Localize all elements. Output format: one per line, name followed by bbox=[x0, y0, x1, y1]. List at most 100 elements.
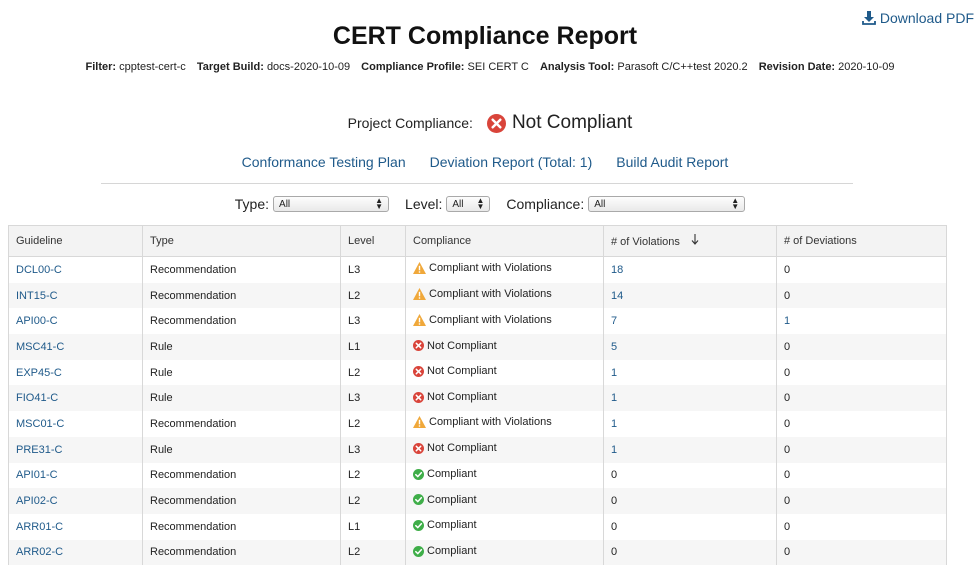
type-filter-select[interactable]: All ▲ ▼ bbox=[273, 196, 390, 212]
table-row: MSC01-C Recommendation L2 Compliant with Vi… bbox=[8, 411, 947, 437]
filter-bar: Type: All ▲ ▼ Level: All ▲ ▼ Compliance: A… bbox=[0, 196, 980, 212]
violations-link[interactable]: 1 bbox=[611, 367, 617, 379]
compliance-text: Compliant bbox=[427, 493, 477, 506]
compliance-filter-label: Compliance: bbox=[506, 196, 585, 212]
col-type[interactable]: Type bbox=[142, 225, 341, 257]
guideline-cell: API02-C bbox=[8, 488, 143, 514]
meta-label: Target Build: bbox=[196, 61, 264, 73]
meta-label: Revision Date: bbox=[758, 61, 836, 73]
level-cell: L1 bbox=[340, 334, 406, 360]
build-audit-report-link[interactable]: Build Audit Report bbox=[616, 154, 728, 170]
compliance-cell: Compliant bbox=[405, 462, 604, 489]
deviations-value: 0 bbox=[784, 340, 791, 353]
guideline-cell: ARR02-C bbox=[8, 539, 143, 566]
level-cell: L2 bbox=[340, 488, 406, 514]
violations-cell: 1 bbox=[603, 385, 777, 412]
violations-link[interactable]: 1 bbox=[611, 418, 617, 430]
level-cell: L3 bbox=[340, 308, 406, 335]
type-cell: Recommendation bbox=[142, 539, 341, 566]
violations-link[interactable]: 5 bbox=[611, 341, 617, 353]
guideline-link[interactable]: INT15-C bbox=[16, 290, 58, 302]
divider bbox=[101, 183, 853, 184]
violations-link[interactable]: 18 bbox=[611, 264, 623, 276]
violations-value: 0 bbox=[611, 469, 618, 482]
violations-cell: 1 bbox=[603, 359, 777, 386]
level-cell: L2 bbox=[340, 282, 406, 309]
deviations-cell: 0 bbox=[776, 436, 947, 463]
compliance-text: Compliant with Violations bbox=[429, 416, 552, 429]
compliance-text: Not Compliant bbox=[427, 442, 497, 455]
guideline-link[interactable]: ARR02-C bbox=[16, 546, 63, 558]
level-filter-select[interactable]: All ▲ ▼ bbox=[446, 196, 491, 212]
compliance-text: Compliant bbox=[427, 545, 477, 558]
col-deviations[interactable]: # of Deviations bbox=[776, 225, 947, 257]
guideline-link[interactable]: DCL00-C bbox=[16, 264, 62, 276]
check-icon bbox=[413, 545, 424, 557]
level-cell: L2 bbox=[340, 411, 406, 437]
type-filter-label: Type: bbox=[234, 196, 270, 212]
deviations-cell: 0 bbox=[776, 282, 947, 309]
meta-value: SEI CERT C bbox=[467, 61, 529, 73]
compliance-cell: Compliant bbox=[405, 488, 604, 514]
type-cell: Rule bbox=[142, 359, 341, 386]
deviations-value: 0 bbox=[784, 469, 791, 482]
level-cell: L2 bbox=[340, 539, 406, 566]
compliance-text: Compliant bbox=[427, 519, 477, 532]
compliance-cell: Not Compliant bbox=[405, 436, 604, 463]
guideline-link[interactable]: ARR01-C bbox=[16, 521, 63, 533]
guideline-link[interactable]: MSC01-C bbox=[16, 418, 64, 430]
compliance-cell: Not Compliant bbox=[405, 385, 604, 412]
col-violations-label: # of Violations bbox=[611, 236, 680, 248]
deviations-value: 0 bbox=[784, 263, 791, 276]
deviations-cell: 0 bbox=[776, 334, 947, 360]
compliance-cell: Not Compliant bbox=[405, 359, 604, 386]
type-cell: Recommendation bbox=[142, 411, 341, 437]
level-cell: L2 bbox=[340, 359, 406, 386]
error-icon bbox=[413, 340, 424, 352]
compliance-text: Not Compliant bbox=[427, 365, 497, 378]
compliance-filter-select[interactable]: All ▲ ▼ bbox=[588, 196, 746, 212]
guideline-cell: PRE31-C bbox=[8, 436, 143, 463]
col-violations[interactable]: # of Violations bbox=[603, 225, 777, 257]
violations-link[interactable]: 1 bbox=[611, 444, 617, 456]
guideline-link[interactable]: FIO41-C bbox=[16, 392, 58, 404]
violations-link[interactable]: 14 bbox=[611, 290, 623, 302]
guideline-link[interactable]: PRE31-C bbox=[16, 444, 62, 456]
compliance-text: Not Compliant bbox=[427, 391, 497, 404]
violations-value: 0 bbox=[611, 546, 618, 559]
guideline-link[interactable]: API00-C bbox=[16, 315, 58, 327]
conformance-testing-plan-link[interactable]: Conformance Testing Plan bbox=[242, 154, 406, 170]
violations-cell: 7 bbox=[603, 308, 777, 335]
compliance-cell: Not Compliant bbox=[405, 334, 604, 360]
guidelines-table: Guideline Type Level Compliance # of Vio… bbox=[8, 225, 947, 566]
deviations-value: 0 bbox=[784, 366, 791, 379]
col-guideline[interactable]: Guideline bbox=[8, 225, 143, 257]
guideline-cell: DCL00-C bbox=[8, 256, 143, 283]
col-compliance[interactable]: Compliance bbox=[405, 225, 604, 257]
report-links: Conformance Testing Plan Deviation Repor… bbox=[0, 154, 970, 170]
level-cell: L1 bbox=[340, 513, 406, 540]
deviations-link[interactable]: 1 bbox=[784, 315, 790, 327]
guideline-link[interactable]: API01-C bbox=[16, 469, 58, 481]
guideline-link[interactable]: EXP45-C bbox=[16, 367, 62, 379]
violations-link[interactable]: 7 bbox=[611, 315, 617, 327]
compliance-text: Compliant with Violations bbox=[429, 262, 552, 275]
col-level[interactable]: Level bbox=[340, 225, 406, 257]
check-icon bbox=[413, 519, 424, 531]
error-icon bbox=[413, 442, 424, 454]
table-row: API01-C Recommendation L2 Compliant 0 0 bbox=[8, 462, 947, 489]
type-cell: Recommendation bbox=[142, 308, 341, 335]
level-cell: L3 bbox=[340, 256, 406, 283]
table-row: ARR02-C Recommendation L2 Compliant 0 0 bbox=[8, 539, 947, 566]
warning-icon bbox=[413, 288, 426, 301]
warning-icon bbox=[413, 313, 426, 326]
guideline-link[interactable]: API02-C bbox=[16, 495, 58, 507]
deviation-report-link[interactable]: Deviation Report (Total: 1) bbox=[430, 154, 593, 170]
compliance-text: Compliant with Violations bbox=[429, 288, 552, 301]
violations-link[interactable]: 1 bbox=[611, 392, 617, 404]
meta-value: Parasoft C/C++test 2020.2 bbox=[617, 61, 748, 73]
guideline-link[interactable]: MSC41-C bbox=[16, 341, 64, 353]
table-header-row: Guideline Type Level Compliance # of Vio… bbox=[8, 225, 947, 257]
check-icon bbox=[413, 494, 424, 506]
project-compliance: Project Compliance: Not Compliant bbox=[0, 112, 980, 134]
